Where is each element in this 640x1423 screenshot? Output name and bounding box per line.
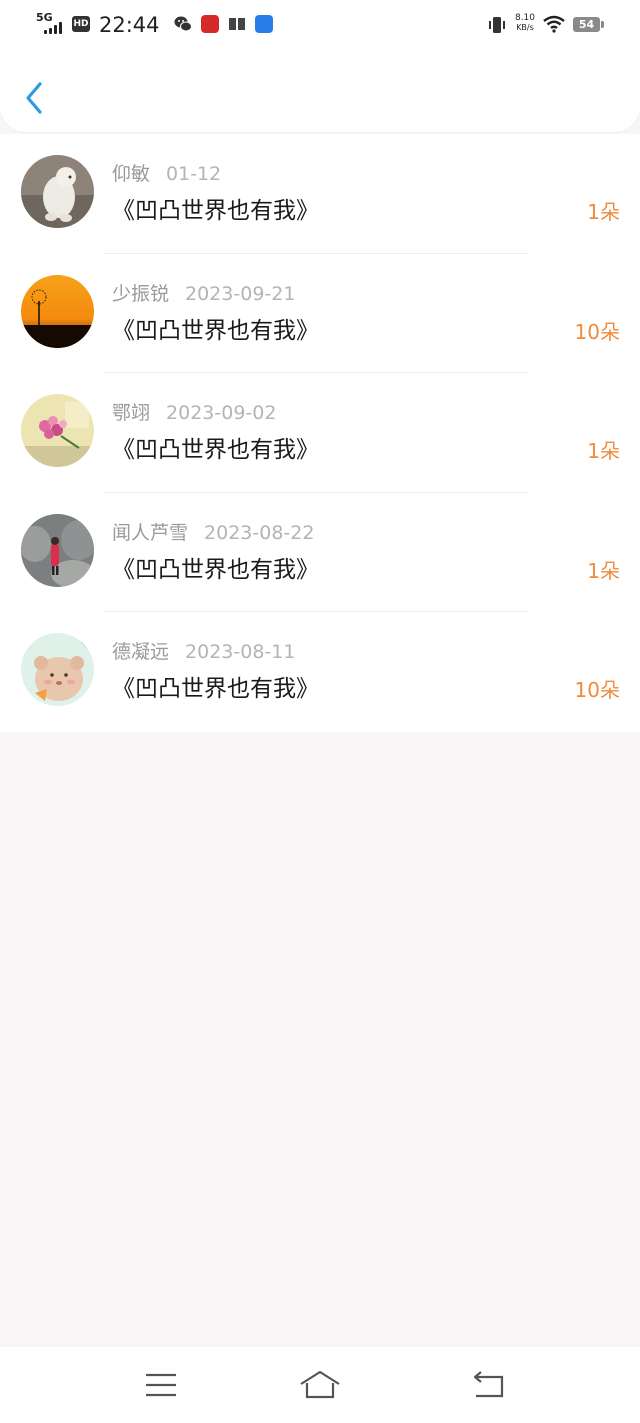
- flower-count: 10朵: [574, 678, 620, 703]
- speed-unit: KB/s: [516, 23, 534, 32]
- status-bar: 5G HD 22:44 8.10 KB/s 54: [0, 0, 640, 50]
- avatar: [21, 155, 94, 228]
- sender-line: 少振锐 2023-09-21: [112, 281, 295, 307]
- flower-count: 1朵: [587, 558, 620, 583]
- home-icon: [300, 1370, 340, 1399]
- sender-line: 鄂翊 2023-09-02: [112, 400, 276, 426]
- battery-tip: [601, 21, 604, 28]
- sender-name: 仰敏: [112, 163, 151, 185]
- clock: 22:44: [99, 13, 160, 37]
- send-date: 2023-08-22: [204, 521, 315, 544]
- sender-name: 鄂翊: [112, 402, 151, 425]
- work-title: 《凹凸世界也有我》: [112, 676, 319, 703]
- list-item[interactable]: 闻人芦雪 2023-08-22 《凹凸世界也有我》 1朵: [0, 493, 640, 613]
- flower-count: 1朵: [587, 200, 620, 224]
- list-item[interactable]: 仰敏 01-12 《凹凸世界也有我》 1朵: [0, 134, 640, 254]
- top-header: 5G HD 22:44 8.10 KB/s 54: [0, 0, 640, 132]
- signal-icon: [44, 22, 66, 34]
- sender-line: 德凝远 2023-08-11: [112, 639, 295, 665]
- vibrate-icon: [487, 15, 507, 35]
- system-nav-bar: [0, 1347, 640, 1423]
- sender-line: 仰敏 01-12: [112, 161, 221, 187]
- sender-name: 少振锐: [112, 282, 170, 305]
- battery-indicator: 54: [573, 17, 600, 32]
- work-title: 《凹凸世界也有我》: [112, 556, 319, 583]
- wifi-icon: [543, 15, 565, 33]
- avatar: [21, 633, 94, 707]
- list-item[interactable]: 鄂翊 2023-09-02 《凹凸世界也有我》 1朵: [0, 373, 640, 493]
- network-speed: 8.10 KB/s: [513, 13, 537, 33]
- wechat-icon: [174, 15, 192, 33]
- back-button[interactable]: [18, 78, 52, 118]
- list-item[interactable]: 少振锐 2023-09-21 《凹凸世界也有我》 10朵: [0, 254, 640, 374]
- avatar: [21, 513, 94, 587]
- sender-name: 闻人芦雪: [112, 521, 189, 544]
- avatar: [21, 394, 94, 468]
- sender-name: 德凝远: [112, 641, 170, 664]
- work-title: 《凹凸世界也有我》: [112, 198, 319, 224]
- menu-button[interactable]: [139, 1369, 183, 1403]
- avatar: [21, 274, 94, 348]
- home-button[interactable]: [298, 1369, 342, 1403]
- send-date: 2023-09-02: [166, 402, 277, 425]
- speed-value: 8.10: [514, 13, 536, 23]
- back-nav-button[interactable]: [466, 1369, 510, 1403]
- flower-count: 10朵: [574, 319, 620, 344]
- chevron-left-icon: [26, 82, 42, 114]
- work-title: 《凹凸世界也有我》: [112, 317, 319, 344]
- menu-icon: [146, 1373, 176, 1397]
- flower-count: 1朵: [587, 439, 620, 464]
- gift-record-list: 仰敏 01-12 《凹凸世界也有我》 1朵 少振锐 2023-09-21 《凹凸世界…: [0, 134, 640, 732]
- hd-badge: HD: [72, 16, 90, 32]
- app-notification-icon: [255, 15, 273, 33]
- send-date: 01-12: [166, 163, 222, 185]
- list-item[interactable]: 德凝远 2023-08-11 《凹凸世界也有我》 10朵: [0, 612, 640, 732]
- sender-line: 闻人芦雪 2023-08-22: [112, 520, 314, 546]
- back-icon: [473, 1371, 504, 1398]
- send-date: 2023-08-11: [185, 641, 296, 664]
- app-notification-icon: [201, 15, 219, 33]
- send-date: 2023-09-21: [185, 282, 296, 305]
- book-icon: [228, 15, 246, 33]
- work-title: 《凹凸世界也有我》: [112, 437, 319, 464]
